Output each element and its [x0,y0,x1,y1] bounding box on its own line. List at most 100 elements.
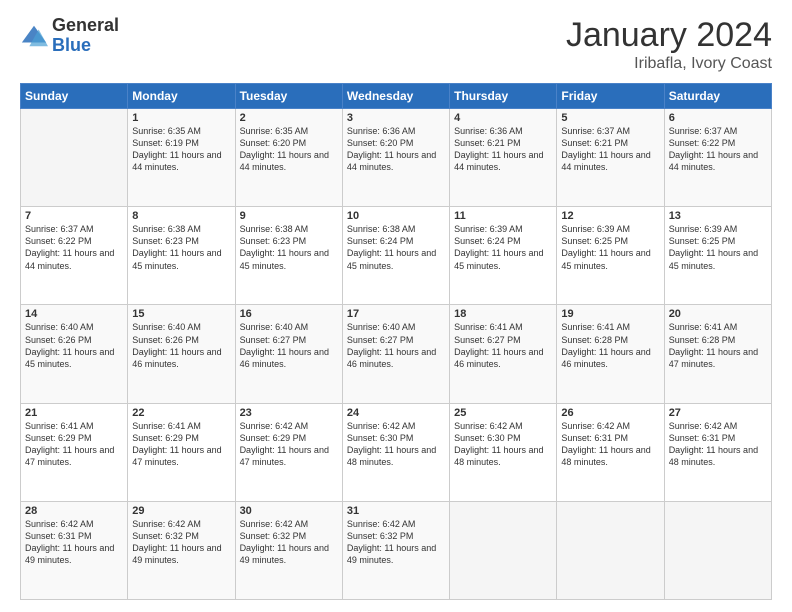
calendar-cell-1-4: 11Sunrise: 6:39 AMSunset: 6:24 PMDayligh… [450,207,557,305]
day-info: Sunrise: 6:42 AMSunset: 6:32 PMDaylight:… [347,518,445,567]
calendar-cell-4-4 [450,501,557,599]
calendar-table: Sunday Monday Tuesday Wednesday Thursday… [20,83,772,600]
calendar-header-row: Sunday Monday Tuesday Wednesday Thursday… [21,84,772,109]
day-number: 1 [132,112,230,124]
day-number: 2 [240,112,338,124]
logo-text: General Blue [52,16,119,56]
calendar-cell-4-1: 29Sunrise: 6:42 AMSunset: 6:32 PMDayligh… [128,501,235,599]
calendar-cell-1-3: 10Sunrise: 6:38 AMSunset: 6:24 PMDayligh… [342,207,449,305]
day-info: Sunrise: 6:41 AMSunset: 6:29 PMDaylight:… [132,420,230,469]
day-number: 19 [561,308,659,320]
day-number: 13 [669,210,767,222]
day-info: Sunrise: 6:40 AMSunset: 6:27 PMDaylight:… [347,321,445,370]
day-number: 5 [561,112,659,124]
col-monday: Monday [128,84,235,109]
day-info: Sunrise: 6:42 AMSunset: 6:30 PMDaylight:… [454,420,552,469]
calendar-cell-3-4: 25Sunrise: 6:42 AMSunset: 6:30 PMDayligh… [450,403,557,501]
calendar-cell-1-6: 13Sunrise: 6:39 AMSunset: 6:25 PMDayligh… [664,207,771,305]
calendar-cell-3-6: 27Sunrise: 6:42 AMSunset: 6:31 PMDayligh… [664,403,771,501]
day-info: Sunrise: 6:37 AMSunset: 6:22 PMDaylight:… [669,125,767,174]
day-number: 21 [25,407,123,419]
week-row-3: 21Sunrise: 6:41 AMSunset: 6:29 PMDayligh… [21,403,772,501]
day-info: Sunrise: 6:39 AMSunset: 6:25 PMDaylight:… [561,223,659,272]
col-friday: Friday [557,84,664,109]
day-info: Sunrise: 6:36 AMSunset: 6:20 PMDaylight:… [347,125,445,174]
month-title: January 2024 [566,16,772,55]
day-info: Sunrise: 6:41 AMSunset: 6:29 PMDaylight:… [25,420,123,469]
day-number: 9 [240,210,338,222]
calendar-cell-3-5: 26Sunrise: 6:42 AMSunset: 6:31 PMDayligh… [557,403,664,501]
logo-icon [20,22,48,50]
day-info: Sunrise: 6:42 AMSunset: 6:31 PMDaylight:… [25,518,123,567]
day-info: Sunrise: 6:42 AMSunset: 6:32 PMDaylight:… [132,518,230,567]
calendar-cell-1-1: 8Sunrise: 6:38 AMSunset: 6:23 PMDaylight… [128,207,235,305]
calendar-cell-0-2: 2Sunrise: 6:35 AMSunset: 6:20 PMDaylight… [235,109,342,207]
week-row-2: 14Sunrise: 6:40 AMSunset: 6:26 PMDayligh… [21,305,772,403]
title-block: January 2024 Iribafla, Ivory Coast [566,16,772,73]
calendar-cell-1-5: 12Sunrise: 6:39 AMSunset: 6:25 PMDayligh… [557,207,664,305]
day-info: Sunrise: 6:42 AMSunset: 6:30 PMDaylight:… [347,420,445,469]
day-info: Sunrise: 6:40 AMSunset: 6:26 PMDaylight:… [25,321,123,370]
logo: General Blue [20,16,119,56]
col-thursday: Thursday [450,84,557,109]
day-info: Sunrise: 6:40 AMSunset: 6:26 PMDaylight:… [132,321,230,370]
day-info: Sunrise: 6:42 AMSunset: 6:31 PMDaylight:… [669,420,767,469]
day-info: Sunrise: 6:41 AMSunset: 6:28 PMDaylight:… [669,321,767,370]
week-row-1: 7Sunrise: 6:37 AMSunset: 6:22 PMDaylight… [21,207,772,305]
day-info: Sunrise: 6:39 AMSunset: 6:25 PMDaylight:… [669,223,767,272]
day-number: 26 [561,407,659,419]
day-number: 22 [132,407,230,419]
day-number: 24 [347,407,445,419]
col-sunday: Sunday [21,84,128,109]
calendar-cell-4-2: 30Sunrise: 6:42 AMSunset: 6:32 PMDayligh… [235,501,342,599]
day-number: 17 [347,308,445,320]
day-number: 15 [132,308,230,320]
day-info: Sunrise: 6:40 AMSunset: 6:27 PMDaylight:… [240,321,338,370]
day-info: Sunrise: 6:36 AMSunset: 6:21 PMDaylight:… [454,125,552,174]
calendar-cell-3-1: 22Sunrise: 6:41 AMSunset: 6:29 PMDayligh… [128,403,235,501]
calendar-cell-0-5: 5Sunrise: 6:37 AMSunset: 6:21 PMDaylight… [557,109,664,207]
calendar-cell-2-5: 19Sunrise: 6:41 AMSunset: 6:28 PMDayligh… [557,305,664,403]
day-number: 31 [347,505,445,517]
calendar-cell-2-4: 18Sunrise: 6:41 AMSunset: 6:27 PMDayligh… [450,305,557,403]
calendar-cell-4-3: 31Sunrise: 6:42 AMSunset: 6:32 PMDayligh… [342,501,449,599]
day-number: 10 [347,210,445,222]
logo-general-text: General [52,16,119,36]
day-number: 6 [669,112,767,124]
day-info: Sunrise: 6:37 AMSunset: 6:21 PMDaylight:… [561,125,659,174]
day-number: 27 [669,407,767,419]
day-number: 20 [669,308,767,320]
day-info: Sunrise: 6:41 AMSunset: 6:27 PMDaylight:… [454,321,552,370]
calendar-cell-0-4: 4Sunrise: 6:36 AMSunset: 6:21 PMDaylight… [450,109,557,207]
day-info: Sunrise: 6:35 AMSunset: 6:19 PMDaylight:… [132,125,230,174]
location-title: Iribafla, Ivory Coast [566,55,772,73]
calendar-cell-4-0: 28Sunrise: 6:42 AMSunset: 6:31 PMDayligh… [21,501,128,599]
col-tuesday: Tuesday [235,84,342,109]
day-number: 29 [132,505,230,517]
day-number: 16 [240,308,338,320]
logo-blue-text: Blue [52,36,119,56]
day-number: 18 [454,308,552,320]
day-info: Sunrise: 6:38 AMSunset: 6:23 PMDaylight:… [132,223,230,272]
calendar-cell-4-5 [557,501,664,599]
col-wednesday: Wednesday [342,84,449,109]
calendar-cell-0-3: 3Sunrise: 6:36 AMSunset: 6:20 PMDaylight… [342,109,449,207]
day-number: 4 [454,112,552,124]
day-info: Sunrise: 6:35 AMSunset: 6:20 PMDaylight:… [240,125,338,174]
calendar-cell-0-0 [21,109,128,207]
day-number: 28 [25,505,123,517]
calendar-cell-1-0: 7Sunrise: 6:37 AMSunset: 6:22 PMDaylight… [21,207,128,305]
day-number: 8 [132,210,230,222]
day-number: 25 [454,407,552,419]
day-info: Sunrise: 6:38 AMSunset: 6:24 PMDaylight:… [347,223,445,272]
calendar-cell-2-6: 20Sunrise: 6:41 AMSunset: 6:28 PMDayligh… [664,305,771,403]
day-number: 12 [561,210,659,222]
calendar-cell-3-3: 24Sunrise: 6:42 AMSunset: 6:30 PMDayligh… [342,403,449,501]
day-info: Sunrise: 6:42 AMSunset: 6:29 PMDaylight:… [240,420,338,469]
calendar-cell-3-2: 23Sunrise: 6:42 AMSunset: 6:29 PMDayligh… [235,403,342,501]
calendar-cell-0-1: 1Sunrise: 6:35 AMSunset: 6:19 PMDaylight… [128,109,235,207]
day-info: Sunrise: 6:38 AMSunset: 6:23 PMDaylight:… [240,223,338,272]
calendar-cell-2-0: 14Sunrise: 6:40 AMSunset: 6:26 PMDayligh… [21,305,128,403]
day-number: 3 [347,112,445,124]
calendar-cell-1-2: 9Sunrise: 6:38 AMSunset: 6:23 PMDaylight… [235,207,342,305]
